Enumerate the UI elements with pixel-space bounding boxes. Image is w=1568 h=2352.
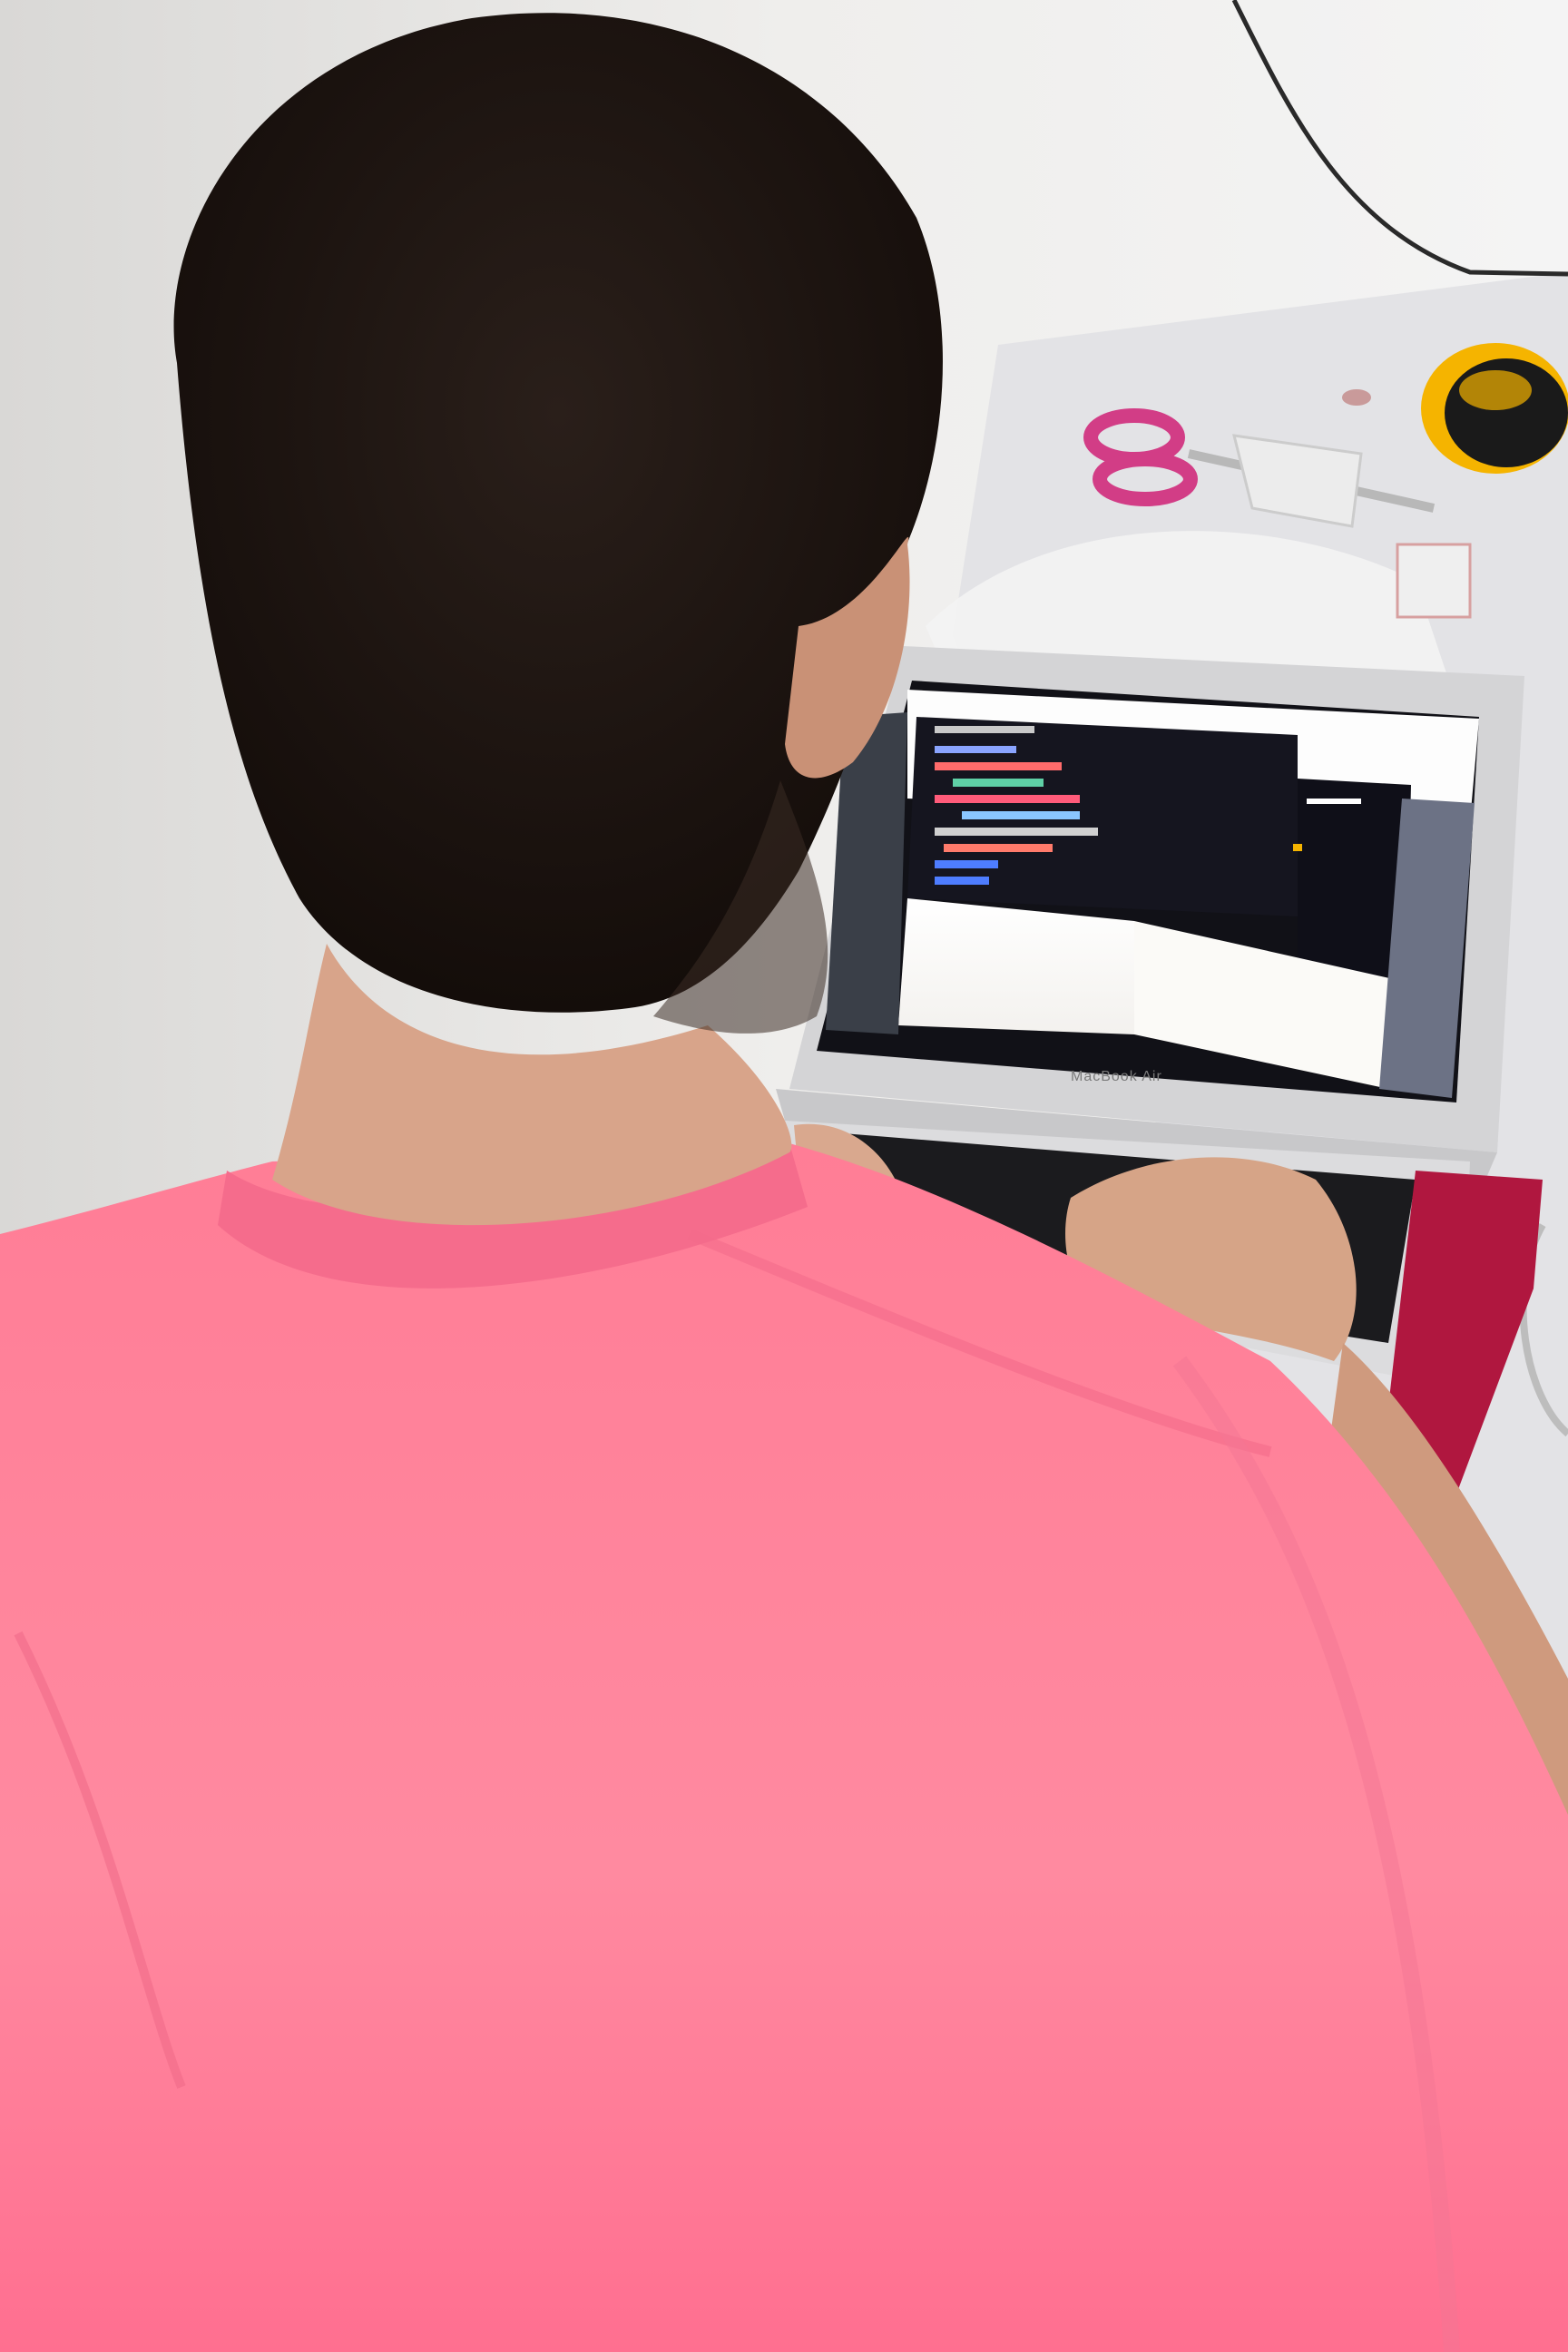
laptop-brand-label: MacBook Air [1071, 1069, 1162, 1084]
tape-measure [1421, 343, 1568, 474]
screen-white-area [898, 898, 1134, 1034]
photo-illustration [0, 0, 1568, 2352]
label-tag [1396, 543, 1472, 619]
small-ring [1342, 389, 1371, 406]
photo-scene: MacBook Air [0, 0, 1568, 2352]
